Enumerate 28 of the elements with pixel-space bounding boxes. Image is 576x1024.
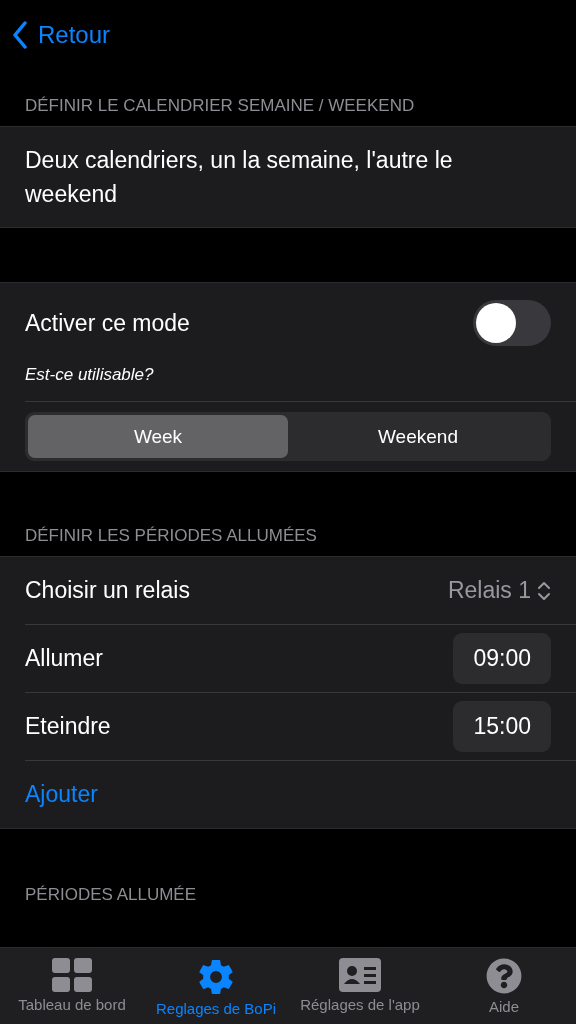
tab-button[interactable]: Reglages de BoPi [144,948,288,1024]
description-text: Deux calendriers, un la semaine, l'autre le weekend [24,146,454,209]
mode-hint: Est-ce utilisable? [25,363,576,402]
relay-picker[interactable]: Relais 1 [447,577,551,604]
time-label: Eteindre [25,713,111,740]
time-button[interactable]: 09:00 [453,633,551,684]
mode-label: Activer ce mode [25,309,190,337]
segment-button[interactable]: Weekend [288,415,548,458]
grid-icon [52,958,92,992]
section-header: PÉRIODES ALLUMÉE [24,884,197,906]
help-icon [486,958,522,994]
back-link[interactable]: Retour [12,21,111,49]
settings-icon [197,958,235,996]
time-label: Allumer [25,645,103,672]
relay-label: Choisir un relais [25,577,190,604]
tab-button[interactable]: Réglages de l'app [288,948,432,1024]
section-header: DÉFINIR LES PÉRIODES ALLUMÉES [24,525,318,547]
tab-button[interactable]: Tableau de bord [0,948,144,1024]
chevron-up-down-icon [537,580,551,601]
back-label: Retour [38,21,111,49]
mode-toggle[interactable] [473,300,551,346]
section-header: DÉFINIR LE CALENDRIER SEMAINE / WEEKEND [24,95,416,117]
tab-button[interactable]: Aide [432,948,576,1024]
add-link[interactable]: Ajouter [25,781,98,808]
contact-card-icon [339,958,381,992]
segment-button[interactable]: Week [28,415,288,458]
chevron-left-icon [12,21,28,49]
time-button[interactable]: 15:00 [453,701,551,752]
